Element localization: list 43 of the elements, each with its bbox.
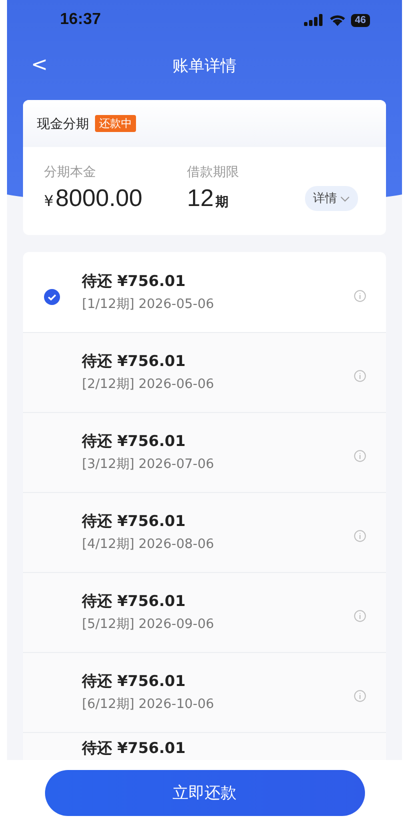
period-date: [2/12期] 2026-06-06: [82, 376, 216, 393]
details-button[interactable]: 详情: [305, 186, 358, 211]
status-time: 16:37: [60, 11, 101, 29]
info-icon[interactable]: [354, 690, 366, 702]
installment-row[interactable]: 待还 ¥756.01 [5/12期] 2026-09-06: [23, 572, 386, 652]
principal-label: 分期本金: [44, 164, 97, 181]
wifi-icon: [328, 14, 346, 26]
principal-amount: 8000.00: [56, 185, 142, 213]
info-icon[interactable]: [354, 530, 366, 542]
signal-icon: [304, 14, 324, 26]
chevron-down-icon: [340, 196, 350, 202]
term-value: 12: [187, 185, 214, 213]
installment-row[interactable]: 待还 ¥756.01 [1/12期] 2026-05-06: [23, 252, 386, 332]
amount-due: 待还 ¥756.01: [82, 352, 187, 371]
amount-due: 待还 ¥756.01: [82, 512, 187, 531]
period-date: [5/12期] 2026-09-06: [82, 616, 216, 633]
term-label: 借款期限: [187, 164, 240, 181]
amount-due: 待还 ¥756.01: [82, 739, 187, 758]
check-icon: [44, 288, 60, 304]
pay-now-button[interactable]: 立即还款: [44, 770, 364, 816]
amount-due: 待还 ¥756.01: [82, 672, 187, 691]
loan-type: 现金分期: [37, 116, 89, 132]
info-icon[interactable]: [354, 450, 366, 462]
currency-sign: ¥: [44, 192, 54, 210]
installment-row[interactable]: 待还 ¥756.01 [2/12期] 2026-06-06: [23, 332, 386, 412]
period-date: [6/12期] 2026-10-06: [82, 696, 216, 713]
term-unit: 期: [216, 194, 229, 211]
amount-due: 待还 ¥756.01: [82, 592, 187, 611]
back-button[interactable]: <: [31, 52, 48, 76]
period-date: [1/12期] 2026-05-06: [82, 296, 216, 313]
period-date: [4/12期] 2026-08-06: [82, 536, 216, 553]
info-icon[interactable]: [354, 290, 366, 302]
installment-row[interactable]: 待还 ¥756.01 [4/12期] 2026-08-06: [23, 492, 386, 572]
installment-row[interactable]: 待还 ¥756.01: [23, 732, 386, 760]
period-date: [3/12期] 2026-07-06: [82, 456, 216, 473]
amount-due: 待还 ¥756.01: [82, 432, 187, 451]
page-title: 账单详情: [172, 56, 236, 76]
amount-due: 待还 ¥756.01: [82, 272, 187, 291]
status-badge: 还款中: [95, 115, 136, 132]
info-icon[interactable]: [354, 610, 366, 622]
installment-row[interactable]: 待还 ¥756.01 [3/12期] 2026-07-06: [23, 412, 386, 492]
installment-row[interactable]: 待还 ¥756.01 [6/12期] 2026-10-06: [23, 652, 386, 732]
info-icon[interactable]: [354, 370, 366, 382]
